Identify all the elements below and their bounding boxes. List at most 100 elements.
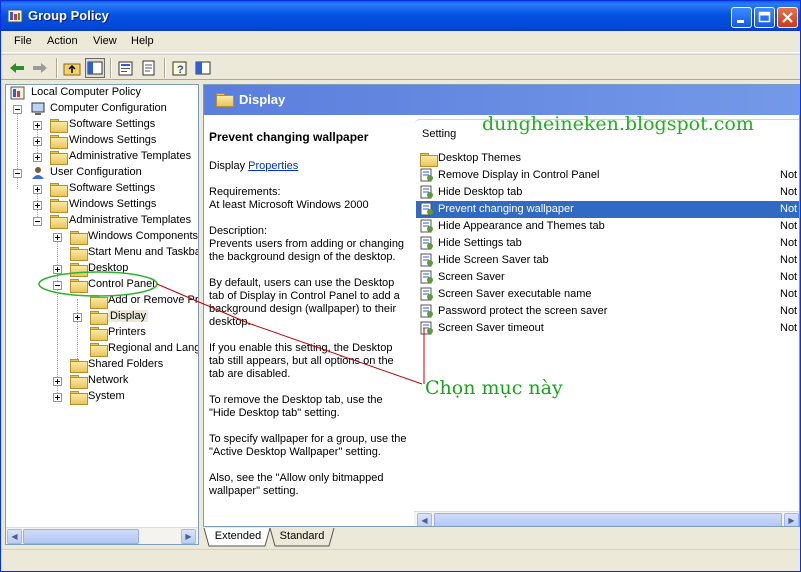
description-text-3: If you enable this setting, the Desktop … <box>209 342 394 380</box>
settings-list[interactable]: Setting Desktop Themes Remove Display in… <box>414 115 799 526</box>
expand-icon[interactable] <box>53 377 62 386</box>
extended-view-icon <box>195 61 211 75</box>
scroll-left-icon[interactable]: ◀ <box>417 513 432 526</box>
list-item[interactable]: Screen Saver timeout Not <box>416 320 799 337</box>
collapse-icon[interactable] <box>13 105 22 114</box>
forward-button[interactable] <box>30 58 50 78</box>
tree-item-label: Printers <box>108 326 146 338</box>
export-list-button[interactable] <box>139 58 159 78</box>
list-item[interactable]: Hide Settings tab Not <box>416 235 799 252</box>
menu-help[interactable]: Help <box>131 35 154 47</box>
scroll-left-icon[interactable]: ◀ <box>7 529 22 544</box>
setting-icon <box>420 304 433 318</box>
expand-icon[interactable] <box>53 233 62 242</box>
setting-icon <box>420 236 433 250</box>
extended-view-button[interactable] <box>193 58 213 78</box>
list-item[interactable]: Hide Appearance and Themes tab Not <box>416 218 799 235</box>
tree-item-label: Control Panel <box>88 278 155 290</box>
column-header-setting[interactable]: Setting <box>422 128 456 140</box>
list-item-label: Screen Saver executable name <box>438 288 592 300</box>
tree-item-user-configuration[interactable]: User Configuration <box>10 165 198 181</box>
list-item[interactable]: Screen Saver executable name Not <box>416 286 799 303</box>
tree-item-computer-configuration[interactable]: Computer Configuration <box>10 101 198 117</box>
tree-item-windows-components[interactable]: Windows Components <box>10 229 198 245</box>
up-folder-icon <box>63 63 81 76</box>
menu-action[interactable]: Action <box>47 35 78 47</box>
list-item[interactable]: Password protect the screen saver Not <box>416 303 799 320</box>
description-text-2: By default, users can use the Desktop ta… <box>209 277 400 328</box>
menu-view[interactable]: View <box>93 35 117 47</box>
title-bar[interactable]: Group Policy <box>1 1 800 31</box>
tab-extended[interactable]: Extended <box>207 528 269 546</box>
list-item-label: Prevent changing wallpaper <box>438 203 574 215</box>
tree-item-label: Software Settings <box>69 182 156 194</box>
collapse-icon[interactable] <box>13 169 22 178</box>
up-one-level-button[interactable] <box>62 58 82 78</box>
scroll-right-icon[interactable]: ▶ <box>784 513 799 526</box>
tree-pane[interactable]: Local Computer Policy Computer Configura… <box>5 84 199 545</box>
export-list-icon <box>142 60 155 76</box>
tree-item-label: Network <box>88 374 129 386</box>
toolbar-separator <box>164 58 166 78</box>
tree-item-software-settings[interactable]: Software Settings <box>10 181 198 197</box>
list-item[interactable]: Remove Display in Control Panel Not <box>416 167 799 184</box>
scroll-thumb[interactable] <box>434 513 782 526</box>
expand-icon[interactable] <box>33 153 42 162</box>
list-item-state: Not <box>780 186 798 198</box>
window-title: Group Policy <box>28 8 109 23</box>
properties-link[interactable]: Properties <box>248 160 298 172</box>
list-item[interactable]: Hide Screen Saver tab Not <box>416 252 799 269</box>
minimize-button[interactable] <box>731 7 752 28</box>
description-text-5: To specify wallpaper for a group, use th… <box>209 433 407 458</box>
tree-item-windows-settings[interactable]: Windows Settings <box>10 197 198 213</box>
tree-item-software-settings[interactable]: Software Settings <box>10 117 198 133</box>
tree-item-display[interactable]: Display <box>10 309 198 325</box>
tree-item-administrative-templates[interactable]: Administrative Templates <box>10 149 198 165</box>
minimize-icon <box>737 20 744 23</box>
tree-item-network[interactable]: Network <box>10 373 198 389</box>
list-item-selected[interactable]: Prevent changing wallpaper Not <box>416 201 799 218</box>
tree-item-label: Regional and Language Options <box>108 342 199 354</box>
tree-item-label: Windows Settings <box>69 134 157 146</box>
tree-item-local-computer-policy[interactable]: Local Computer Policy <box>10 85 198 101</box>
scroll-thumb[interactable] <box>23 529 139 544</box>
back-button[interactable] <box>7 58 27 78</box>
expand-icon[interactable] <box>33 121 42 130</box>
scroll-right-icon[interactable]: ▶ <box>181 529 196 544</box>
tree-item-regional-and-language-options[interactable]: Regional and Language Options <box>10 341 199 357</box>
setting-icon <box>420 202 433 216</box>
list-item[interactable]: Screen Saver Not <box>416 269 799 286</box>
tree-item-windows-settings[interactable]: Windows Settings <box>10 133 198 149</box>
tree-item-start-menu-and-taskbar[interactable]: Start Menu and Taskbar <box>10 245 198 261</box>
tree-item-shared-folders[interactable]: Shared Folders <box>10 357 198 373</box>
tree-item-system[interactable]: System <box>10 389 198 405</box>
collapse-icon[interactable] <box>53 281 62 290</box>
tab-extended-label: Extended <box>214 530 262 542</box>
expand-icon[interactable] <box>33 201 42 210</box>
tree-item-control-panel[interactable]: Control Panel <box>10 277 198 293</box>
expand-icon[interactable] <box>53 265 62 274</box>
show-hide-tree-button[interactable] <box>85 58 105 78</box>
menu-file[interactable]: File <box>14 35 32 47</box>
tree-horizontal-scrollbar[interactable]: ◀ ▶ <box>6 527 198 544</box>
list-item[interactable]: Hide Desktop tab Not <box>416 184 799 201</box>
list-item[interactable]: Desktop Themes <box>416 150 799 167</box>
folder-icon <box>50 119 68 133</box>
tab-standard[interactable]: Standard <box>272 528 332 546</box>
expand-icon[interactable] <box>33 185 42 194</box>
tree-item-administrative-templates[interactable]: Administrative Templates <box>10 213 198 229</box>
properties-button[interactable] <box>116 58 136 78</box>
tree-item-add-or-remove-programs[interactable]: Add or Remove Programs <box>10 293 198 309</box>
expand-icon[interactable] <box>53 393 62 402</box>
help-button[interactable]: ? <box>170 58 190 78</box>
list-horizontal-scrollbar[interactable]: ◀ ▶ <box>414 511 799 526</box>
expand-icon[interactable] <box>73 313 82 322</box>
list-item-label: Password protect the screen saver <box>438 305 608 317</box>
display-properties-line: Display Properties <box>209 160 408 173</box>
maximize-button[interactable] <box>754 7 775 28</box>
collapse-icon[interactable] <box>33 217 42 226</box>
tree-item-desktop[interactable]: Desktop <box>10 261 198 277</box>
close-button[interactable] <box>777 7 798 28</box>
tree-item-printers[interactable]: Printers <box>10 325 198 341</box>
expand-icon[interactable] <box>33 137 42 146</box>
